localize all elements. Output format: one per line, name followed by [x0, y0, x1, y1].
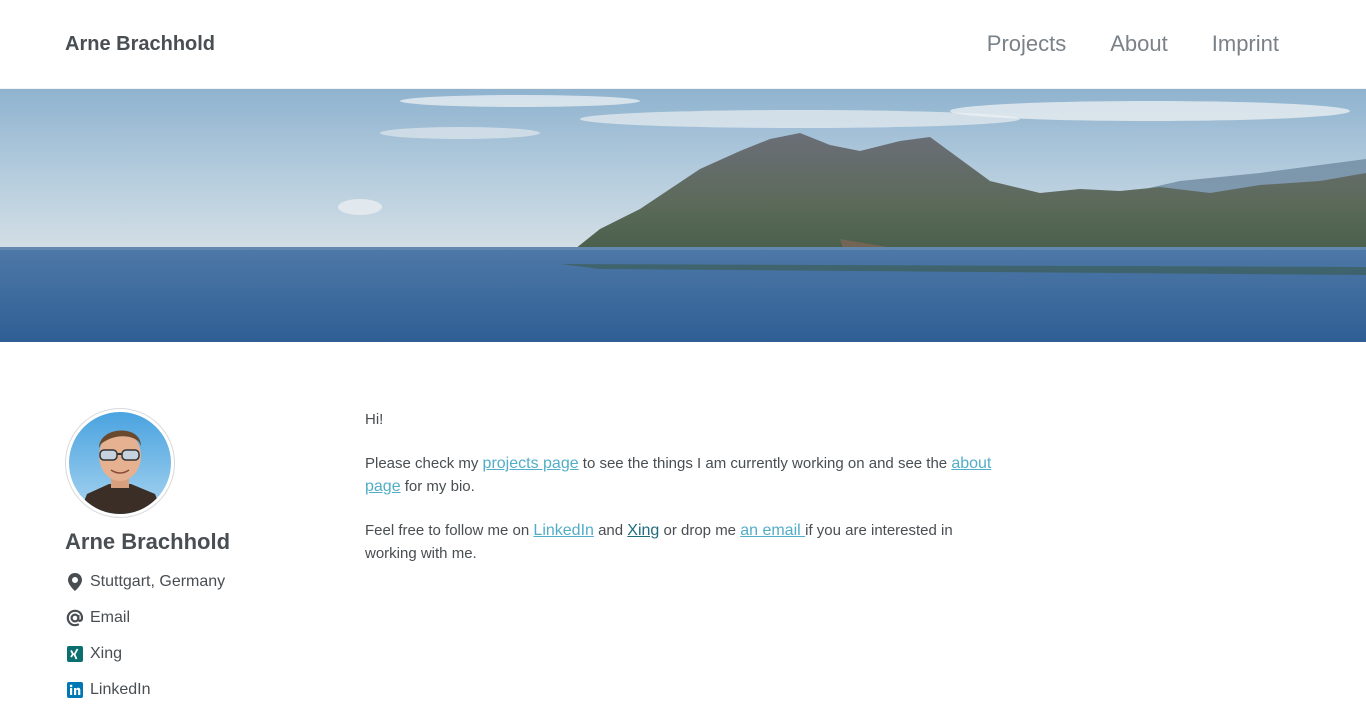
- author-location-text: Stuttgart, Germany: [90, 573, 226, 590]
- intro-text-2: to see the things I am currently working…: [578, 455, 952, 472]
- author-linkedin-item: LinkedIn: [65, 672, 305, 708]
- nav-link-about[interactable]: About: [1110, 31, 1168, 57]
- masthead: Arne Brachhold Projects About Imprint: [0, 0, 1366, 89]
- projects-page-link[interactable]: projects page: [483, 455, 579, 472]
- avatar-photo: [69, 412, 171, 514]
- author-links: Stuttgart, Germany Email Xing LinkedIn: [65, 564, 305, 708]
- location-pin-icon: [65, 572, 85, 592]
- author-location: Stuttgart, Germany: [65, 564, 305, 600]
- at-sign-icon: [65, 608, 85, 628]
- linkedin-link[interactable]: LinkedIn: [533, 522, 594, 539]
- author-email-item: Email: [65, 600, 305, 636]
- intro-text-1: Please check my: [365, 455, 483, 472]
- contact-text-2: and: [593, 522, 628, 539]
- intro-text-3: for my bio.: [400, 478, 475, 495]
- author-sidebar: Arne Brachhold Stuttgart, Germany Email …: [65, 408, 305, 708]
- avatar: [65, 408, 175, 518]
- contact-text-3: or drop me: [659, 522, 741, 539]
- email-link[interactable]: an email: [740, 522, 805, 539]
- greeting-paragraph: Hi!: [365, 411, 384, 428]
- author-linkedin-link[interactable]: LinkedIn: [90, 681, 151, 699]
- nav-link-projects[interactable]: Projects: [987, 31, 1066, 57]
- intro-paragraph: Please check my projects page to see the…: [365, 452, 1005, 498]
- xing-link[interactable]: Xing: [627, 522, 659, 539]
- nav-link-imprint[interactable]: Imprint: [1212, 31, 1279, 57]
- author-email-link[interactable]: Email: [90, 609, 130, 627]
- contact-text-1: Feel free to follow me on: [365, 522, 534, 539]
- linkedin-icon: [65, 680, 85, 700]
- xing-icon: [65, 644, 85, 664]
- site-title-link[interactable]: Arne Brachhold: [65, 32, 215, 56]
- author-xing-link[interactable]: Xing: [90, 645, 122, 663]
- contact-paragraph: Feel free to follow me on LinkedIn and X…: [365, 519, 1005, 565]
- main-content: Hi! Please check my projects page to see…: [365, 408, 1005, 586]
- hero-image: [0, 89, 1366, 342]
- main-nav: Projects About Imprint: [943, 31, 1279, 57]
- author-xing-item: Xing: [65, 636, 305, 672]
- author-name: Arne Brachhold: [65, 529, 231, 554]
